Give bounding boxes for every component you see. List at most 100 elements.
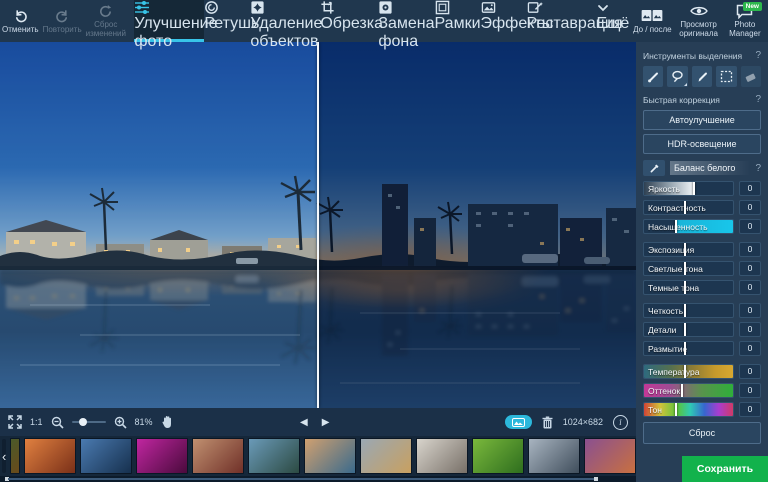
tab-retouch[interactable]: Ретушь — [204, 0, 250, 42]
photo-editor-window: Отменить Повторить Сброс изменений Улучш… — [0, 0, 768, 482]
horizontal-scrollbar[interactable] — [0, 476, 636, 482]
zoom-out-icon[interactable] — [51, 416, 64, 429]
help-icon[interactable]: ? — [755, 94, 761, 105]
blur-slider[interactable]: Размытие — [643, 341, 734, 356]
zoom-in-icon[interactable] — [114, 416, 127, 429]
thumbnail[interactable] — [360, 438, 412, 474]
shadows-value[interactable]: 0 — [739, 280, 761, 295]
saturation-value[interactable]: 0 — [739, 219, 761, 234]
hue-value[interactable]: 0 — [739, 402, 761, 417]
reset-changes-icon — [98, 3, 113, 19]
tab-effects[interactable]: Эффекты — [481, 0, 527, 42]
info-icon[interactable]: i — [613, 415, 628, 430]
contrast-slider[interactable]: Контрастность — [643, 200, 734, 215]
brush-select-tool[interactable] — [643, 66, 663, 87]
details-slider[interactable]: Детали — [643, 322, 734, 337]
before-after-button[interactable]: До / после — [629, 0, 675, 42]
reset-changes-label: Сброс изменений — [86, 21, 126, 39]
thumbnail[interactable] — [472, 438, 524, 474]
highlights-value[interactable]: 0 — [739, 261, 761, 276]
tab-crop-label: Обрезка — [320, 15, 383, 32]
marker-select-tool[interactable] — [692, 66, 712, 87]
hdr-lighting-button[interactable]: HDR-освещение — [643, 134, 761, 154]
tint-slider[interactable]: Оттенок — [643, 383, 734, 398]
reset-button[interactable]: Сброс — [643, 422, 761, 444]
tint-value[interactable]: 0 — [739, 383, 761, 398]
canvas-before-after[interactable] — [0, 42, 636, 408]
previous-image-button[interactable]: ◀ — [300, 417, 308, 428]
strip-scroll-left-icon[interactable]: ‹ — [2, 439, 6, 473]
auto-enhance-button[interactable]: Автоулучшение — [643, 110, 761, 130]
delete-photo-icon[interactable] — [542, 416, 553, 429]
slider-row: Насыщенность 0 — [643, 219, 761, 234]
thumbnail[interactable] — [10, 438, 20, 474]
exposure-value[interactable]: 0 — [739, 242, 761, 257]
white-balance-picker-icon[interactable] — [643, 160, 665, 176]
brightness-value[interactable]: 0 — [739, 181, 761, 196]
tab-object-removal[interactable]: Удаление объектов — [250, 0, 320, 42]
background-replace-icon — [378, 0, 434, 15]
temperature-value[interactable]: 0 — [739, 364, 761, 379]
tab-more[interactable]: Ещё — [597, 0, 630, 42]
slider-row: Экспозиция 0 — [643, 242, 761, 257]
thumbnail[interactable] — [584, 438, 636, 474]
redo-button[interactable]: Повторить — [41, 0, 84, 42]
thumbnail[interactable] — [192, 438, 244, 474]
chevron-down-icon — [597, 0, 630, 15]
tab-more-label: Ещё — [597, 15, 630, 32]
brightness-slider[interactable]: Яркость — [643, 181, 734, 196]
thumbnail[interactable] — [248, 438, 300, 474]
marquee-select-tool[interactable] — [716, 66, 736, 87]
slider-group-color: Температура 0 Оттенок 0 Тон — [643, 364, 761, 417]
tab-enhance[interactable]: Улучшение фото — [134, 0, 204, 42]
photo-manager-button[interactable]: New Photo Manager — [722, 0, 768, 42]
clarity-value[interactable]: 0 — [739, 303, 761, 318]
crop-icon — [320, 0, 378, 15]
hand-tool-icon[interactable] — [161, 415, 174, 429]
effects-icon — [481, 0, 527, 15]
tab-frames[interactable]: Рамки — [435, 0, 481, 42]
actual-size-button[interactable]: 1:1 — [30, 417, 43, 427]
thumbnail[interactable] — [80, 438, 132, 474]
zoom-slider-knob[interactable] — [79, 418, 87, 426]
before-after-divider[interactable] — [317, 42, 319, 408]
lasso-tool[interactable] — [667, 66, 687, 87]
slider-row: Детали 0 — [643, 322, 761, 337]
slider-group-basic: Яркость 0 Контрастность 0 Насыщенность — [643, 181, 761, 234]
highlights-slider[interactable]: Светлые тона — [643, 261, 734, 276]
gallery-toggle-button[interactable] — [505, 415, 532, 429]
undo-button[interactable]: Отменить — [0, 0, 41, 42]
save-button[interactable]: Сохранить — [682, 456, 768, 482]
thumbnail[interactable] — [416, 438, 468, 474]
tab-background-replace[interactable]: Замена фона — [378, 0, 434, 42]
contrast-value[interactable]: 0 — [739, 200, 761, 215]
help-icon[interactable]: ? — [755, 163, 761, 174]
tab-crop[interactable]: Обрезка — [320, 0, 378, 42]
clarity-slider[interactable]: Четкость — [643, 303, 734, 318]
next-image-button[interactable]: ▶ — [322, 417, 330, 428]
saturation-slider[interactable]: Насыщенность — [643, 219, 734, 234]
redo-label: Повторить — [43, 26, 82, 35]
top-toolbar: Отменить Повторить Сброс изменений Улучш… — [0, 0, 768, 42]
exposure-slider[interactable]: Экспозиция — [643, 242, 734, 257]
shadows-slider[interactable]: Темные тона — [643, 280, 734, 295]
hue-slider[interactable]: Тон — [643, 402, 734, 417]
thumbnail[interactable] — [24, 438, 76, 474]
thumbnail[interactable] — [136, 438, 188, 474]
slider-row: Температура 0 — [643, 364, 761, 379]
new-badge: New — [743, 2, 762, 11]
slider-row: Контрастность 0 — [643, 200, 761, 215]
temperature-slider[interactable]: Температура — [643, 364, 734, 379]
reset-changes-button[interactable]: Сброс изменений — [84, 0, 128, 42]
zoom-slider[interactable] — [72, 421, 106, 423]
eraser-tool[interactable] — [741, 66, 761, 87]
details-value[interactable]: 0 — [739, 322, 761, 337]
slider-row: Темные тона 0 — [643, 280, 761, 295]
view-original-button[interactable]: Просмотр оригинала — [676, 0, 722, 42]
fit-to-screen-icon[interactable] — [8, 415, 22, 429]
help-icon[interactable]: ? — [755, 50, 761, 61]
thumbnail[interactable] — [304, 438, 356, 474]
thumbnail[interactable] — [528, 438, 580, 474]
blur-value[interactable]: 0 — [739, 341, 761, 356]
tab-restoration[interactable]: Реставрация — [527, 0, 597, 42]
